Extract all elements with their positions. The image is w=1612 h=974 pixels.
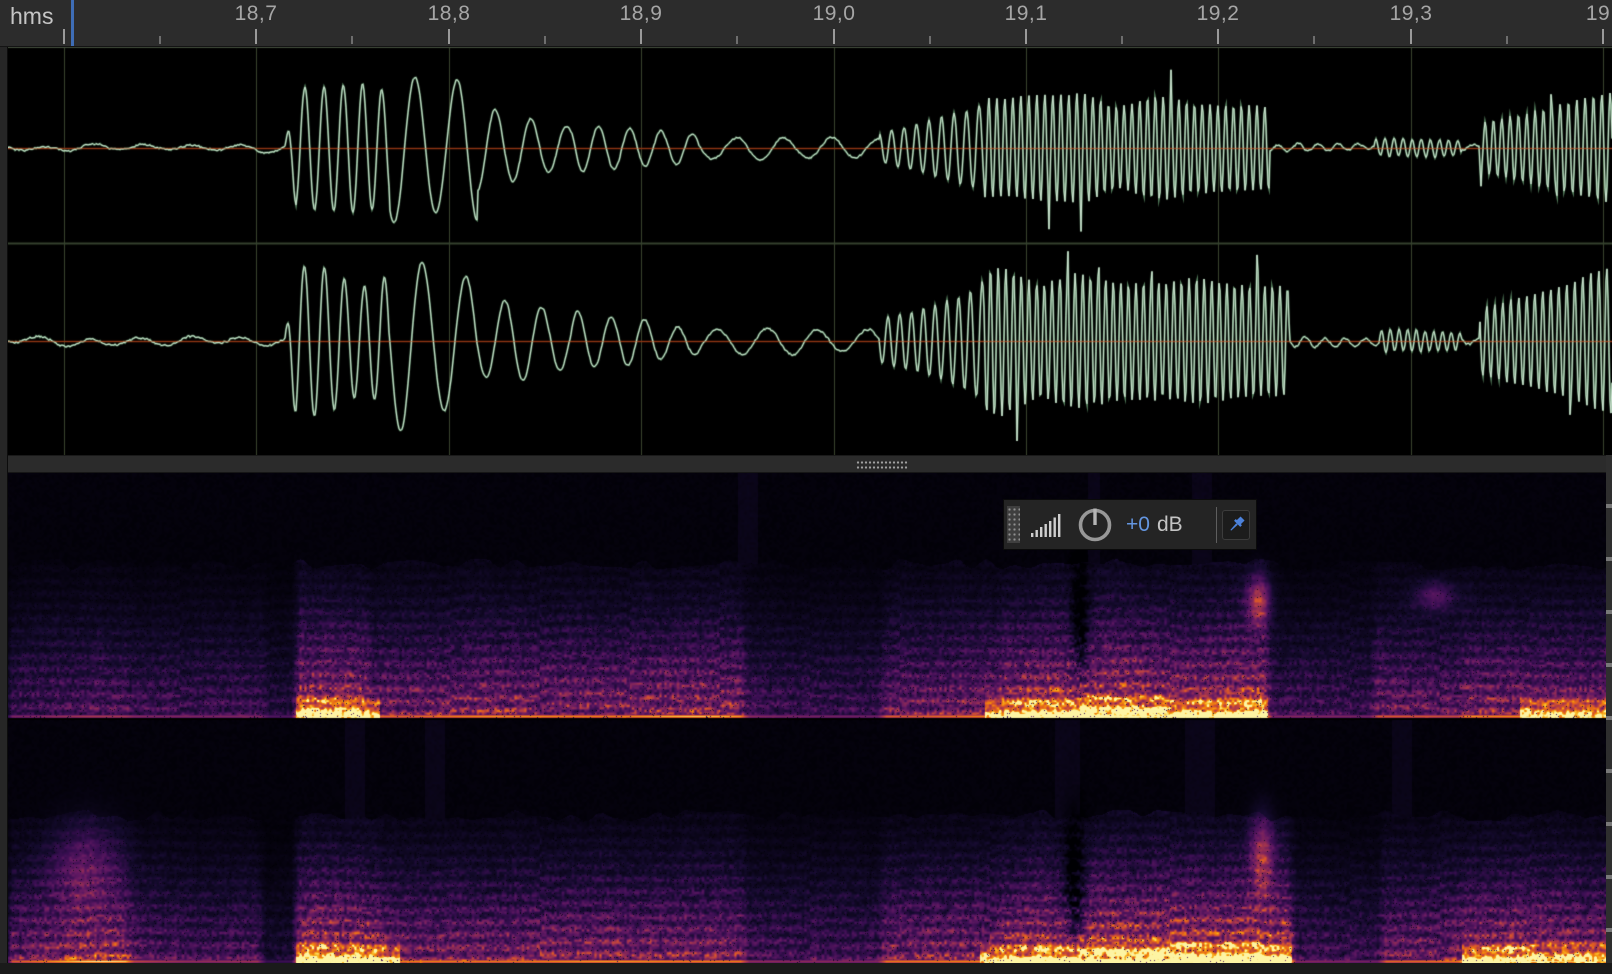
ruler-major-tick <box>1217 29 1219 44</box>
playhead-indicator[interactable] <box>71 0 74 46</box>
ruler-time-label: 18,7 <box>235 2 278 26</box>
audio-editor-view: hms 18,7 18,8 18,9 19,0 19,1 19,2 19,3 19 <box>0 0 1612 974</box>
grip-dots-icon[interactable] <box>1004 500 1023 549</box>
ruler-time-label: 19,2 <box>1197 2 1240 26</box>
ruler-minor-tick <box>1313 36 1315 44</box>
spectrogram-canvas[interactable] <box>0 473 1612 963</box>
pin-icon <box>1227 515 1246 534</box>
ruler-major-tick <box>448 29 450 44</box>
gain-readout[interactable]: +0 dB <box>1126 513 1183 537</box>
left-gutter <box>0 47 8 974</box>
ruler-time-label: 19,0 <box>813 2 856 26</box>
frequency-ruler-edge <box>1606 455 1612 963</box>
ruler-major-tick <box>640 29 642 44</box>
gain-unit-label: dB <box>1157 513 1183 536</box>
ruler-time-label: 19 <box>1586 2 1610 26</box>
ruler-minor-tick <box>1121 36 1123 44</box>
ruler-major-tick <box>1602 29 1604 44</box>
ruler-major-tick <box>63 29 65 44</box>
ruler-major-tick <box>833 29 835 44</box>
ruler-time-label: 18,9 <box>620 2 663 26</box>
ruler-major-tick <box>1410 29 1412 44</box>
ruler-minor-tick <box>1506 36 1508 44</box>
panel-split-handle[interactable] <box>0 455 1612 473</box>
ruler-minor-tick <box>544 36 546 44</box>
ruler-time-label: 19,3 <box>1390 2 1433 26</box>
ruler-time-label: 18,8 <box>428 2 471 26</box>
timeline-ruler[interactable]: hms 18,7 18,8 18,9 19,0 19,1 19,2 19,3 19 <box>0 0 1612 47</box>
ruler-minor-tick <box>736 36 738 44</box>
bottom-gutter <box>0 963 1612 974</box>
meter-bars-icon <box>1030 511 1066 539</box>
time-format-label: hms <box>10 3 53 30</box>
gain-value[interactable]: +0 <box>1126 513 1150 536</box>
gain-knob-icon[interactable] <box>1076 506 1114 544</box>
ruler-time-label: 19,1 <box>1005 2 1048 26</box>
ruler-minor-tick <box>929 36 931 44</box>
pin-button[interactable] <box>1222 510 1250 540</box>
ruler-major-tick <box>1025 29 1027 44</box>
waveform-canvas[interactable] <box>0 47 1612 455</box>
split-handle-grip-icon[interactable] <box>856 460 908 470</box>
ruler-major-tick <box>255 29 257 44</box>
gain-hud[interactable]: +0 dB <box>1003 499 1257 550</box>
ruler-minor-tick <box>159 36 161 44</box>
ruler-minor-tick <box>351 36 353 44</box>
hud-separator <box>1216 507 1217 543</box>
